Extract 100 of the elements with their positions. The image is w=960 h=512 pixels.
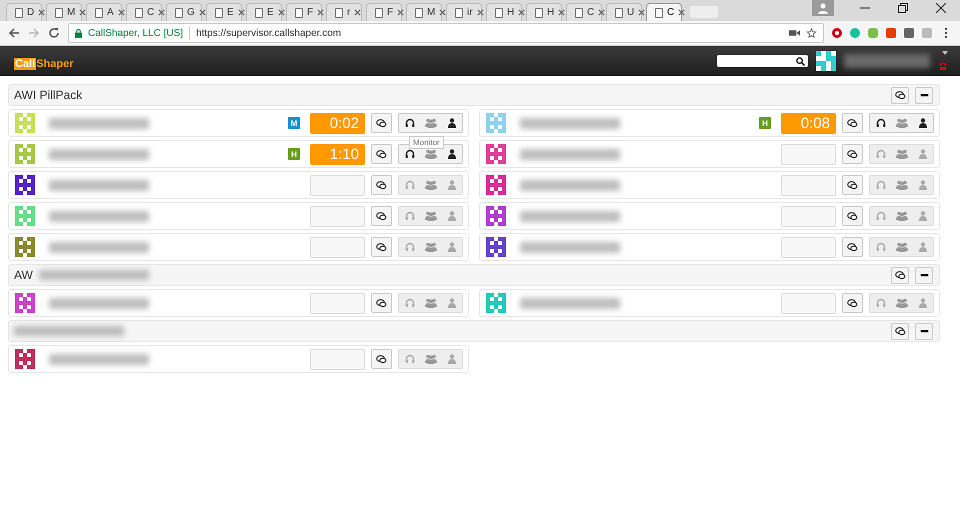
favicon-icon [135,8,143,18]
chat-icon [376,242,387,252]
collapse-button[interactable] [915,86,933,104]
close-icon[interactable] [678,9,686,16]
close-icon[interactable] [118,9,125,16]
chat-icon [847,242,858,252]
chat-button[interactable] [842,144,863,164]
chat-button[interactable] [371,144,392,164]
browser-tab[interactable]: ir [446,3,482,21]
call-timer [310,206,365,226]
close-icon[interactable] [518,9,526,16]
caret-icon[interactable] [942,51,948,55]
camera-icon[interactable] [789,28,800,38]
browser-tab[interactable]: E [206,3,242,21]
close-icon[interactable] [79,9,86,16]
people-icon [424,149,436,159]
collapse-button[interactable] [915,266,933,284]
browser-tab[interactable]: A [86,3,122,21]
browser-tab[interactable]: r [326,3,362,21]
collapse-button[interactable] [915,322,933,340]
close-icon[interactable] [38,9,46,16]
browser-tab[interactable]: E [246,3,282,21]
restore-icon[interactable] [898,2,908,12]
chat-button[interactable] [371,175,392,195]
favicon-icon [415,8,423,18]
chat-button[interactable] [371,349,392,369]
person-icon [446,298,456,308]
chat-button[interactable] [842,175,863,195]
person-icon [918,298,928,308]
people-icon [896,118,908,128]
close-icon[interactable] [278,9,285,16]
call-timer [310,348,365,370]
favicon-icon [215,8,223,18]
chat-button[interactable] [371,113,392,133]
favicon-icon [255,8,263,18]
chat-icon [376,298,387,308]
call-timer: 1:10 [310,144,365,164]
chat-icon [847,150,858,158]
browser-tab[interactable]: C [566,3,602,21]
favicon-icon [495,8,503,18]
browser-tab[interactable]: F [286,3,322,21]
back-icon[interactable] [8,27,20,39]
favicon-icon [655,8,663,18]
close-icon[interactable] [354,9,362,16]
phone-icon[interactable] [938,61,948,71]
minus-icon [920,330,928,332]
chat-icon [376,180,387,190]
call-timer [781,206,836,226]
chat-button[interactable] [842,237,863,257]
chat-button[interactable] [891,266,909,284]
browser-tab[interactable]: U [606,3,642,21]
people-icon [896,298,908,308]
chat-button[interactable] [371,237,392,257]
chat-button[interactable] [842,293,863,313]
chat-button[interactable] [891,86,909,104]
call-timer: 0:02 [310,112,365,134]
close-icon[interactable] [638,9,646,16]
chat-button[interactable] [371,293,392,313]
status-badge: H [288,148,300,160]
chat-icon [376,354,387,364]
close-icon[interactable] [198,9,206,16]
browser-tab[interactable]: H [526,3,562,21]
close-icon[interactable] [936,2,946,12]
person-icon [918,180,928,190]
browser-tab[interactable]: D [6,3,42,21]
people-icon [896,180,908,190]
group-title: AW [14,268,33,282]
chat-button[interactable] [371,206,392,226]
minus-icon [920,274,928,276]
browser-tab[interactable]: C [646,3,682,21]
browser-tab[interactable]: F [366,3,402,21]
close-icon[interactable] [598,9,606,16]
address-bar[interactable]: CallShaper, LLC [US] https://supervisor.callshaper.com [68,23,824,43]
chat-button[interactable] [842,206,863,226]
search-icon[interactable] [796,56,805,66]
close-icon[interactable] [238,9,245,16]
reload-icon[interactable] [48,27,60,39]
favicon-icon [575,8,583,18]
browser-tab[interactable]: H [486,3,522,21]
chat-icon [376,118,387,128]
search-field[interactable] [717,55,808,67]
headset-icon [404,211,414,221]
close-icon[interactable] [317,9,324,16]
chat-icon [376,212,387,220]
close-icon[interactable] [158,9,166,16]
close-icon[interactable] [558,9,566,16]
chat-icon [847,118,858,128]
browser-tab[interactable]: C [126,3,162,21]
people-icon [896,211,908,221]
chat-button[interactable] [891,322,909,340]
call-timer: 0:08 [781,112,836,134]
close-icon[interactable] [397,9,404,16]
star-icon[interactable] [806,28,817,38]
chat-icon [847,212,858,220]
logo[interactable]: CallShaper [14,58,74,70]
people-icon [896,149,908,159]
close-icon[interactable] [476,9,484,16]
profile-icon[interactable] [812,0,834,16]
close-icon[interactable] [439,9,446,16]
chat-button[interactable] [842,113,863,133]
